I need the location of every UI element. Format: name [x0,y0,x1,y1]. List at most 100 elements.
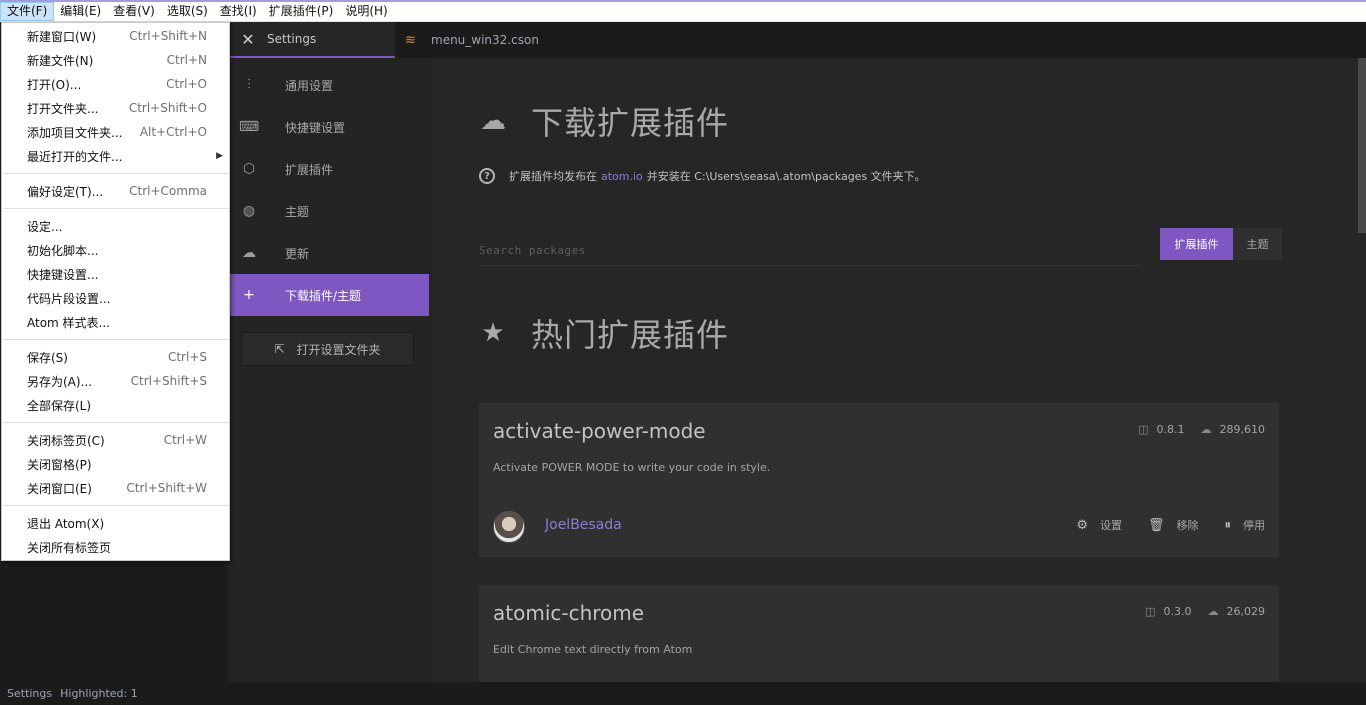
package-uninstall-button[interactable]: 🗑 移除 [1148,517,1199,533]
sidebar-item-label: 主题 [285,204,310,219]
menu-item-close-tab[interactable]: 关闭标签页(C) Ctrl+W [2,428,229,452]
menu-help[interactable]: 说明(H) [339,2,393,21]
menu-item-save-all[interactable]: 全部保存(L) [2,393,229,417]
status-highlighted[interactable]: Highlighted: 1 [60,687,138,700]
sidebar-item-updates[interactable]: ☁ 更新 [230,232,429,274]
sidebar-item-label: 通用设置 [285,78,334,93]
package-version: 0.8.1 [1156,423,1185,436]
package-disable-button[interactable]: ⏸ 停用 [1225,517,1266,533]
package-downloads: 289,610 [1219,423,1266,436]
menu-item-init-script[interactable]: 初始化脚本... [2,238,229,262]
package-settings-button[interactable]: ⚙ 设置 [1076,517,1122,533]
search-themes-toggle[interactable]: 主题 [1233,228,1282,260]
menu-item-open[interactable]: 打开(O)... Ctrl+O [2,72,229,96]
menu-item-label: 关闭所有标签页 [27,540,112,555]
menu-item-reopen-recent[interactable]: 最近打开的文件... ▶ [2,144,229,168]
menu-item-save-as[interactable]: 另存为(A)... Ctrl+Shift+S [2,369,229,393]
menu-separator [3,173,229,174]
menu-item-shortcut: Ctrl+O [166,77,207,91]
menu-file[interactable]: 文件(F) [0,2,55,21]
install-panel: ☁ 下载扩展插件 ? 扩展插件均发布在 atom.io 并安装在 C:\User… [435,58,1366,682]
tools-icon: ✕ [241,29,255,49]
status-settings[interactable]: Settings [7,687,52,700]
open-config-folder-button[interactable]: ⇱ 打开设置文件夹 [241,332,414,366]
menu-item-label: 退出 Atom(X) [27,516,105,531]
sidebar-item-packages[interactable]: ⬡ 扩展插件 [230,148,429,190]
menu-item-label: 另存为(A)... [27,374,93,389]
menu-item-shortcut: Ctrl+Shift+S [130,374,207,388]
install-section-header: ☁ 下载扩展插件 [479,98,729,144]
menu-item-label: 新建窗口(W) [27,29,97,44]
package-actions: ⚙ 设置 🗑 移除 ⏸ 停用 [1050,517,1265,533]
sidebar-item-install[interactable]: + 下载插件/主题 [230,274,429,316]
link-external-icon: ⇱ [274,342,285,356]
package-description: Activate POWER MODE to write your code i… [493,461,771,474]
menu-item-label: 全部保存(L) [27,398,92,413]
package-meta: ◫ 0.8.1 ☁ 289,610 [1138,423,1265,436]
menu-item-exit[interactable]: 退出 Atom(X) [2,511,229,535]
menu-item-close-all-tabs[interactable]: 关闭所有标签页 [2,535,229,559]
sidebar-item-keybindings[interactable]: ⌨ 快捷键设置 [230,106,429,148]
menu-item-label: 打开(O)... [27,77,82,92]
sidebar-item-themes[interactable]: ◍ 主题 [230,190,429,232]
menu-item-shortcut: Ctrl+N [166,53,207,67]
menu-item-snippets[interactable]: 代码片段设置... [2,286,229,310]
menu-item-keymap[interactable]: 快捷键设置... [2,262,229,286]
menu-item-label: 添加项目文件夹... [27,125,123,140]
package-version: 0.3.0 [1163,605,1192,618]
package-author[interactable]: JoelBesada [545,517,622,533]
menu-item-close-pane[interactable]: 关闭窗格(P) [2,452,229,476]
settings-sidebar: ⫶ 通用设置 ⌨ 快捷键设置 ⬡ 扩展插件 ◍ 主题 ☁ 更新 + 下载插件/主… [230,58,435,682]
menu-packages[interactable]: 扩展插件(P) [263,2,340,21]
menu-item-preferences[interactable]: 偏好设定(T)... Ctrl+Comma [2,179,229,203]
scrollbar[interactable] [1358,58,1366,233]
info-prefix: 扩展插件均发布在 [509,170,597,183]
menu-item-stylesheet[interactable]: Atom 样式表... [2,310,229,334]
menu-item-shortcut: Alt+Ctrl+O [139,125,207,139]
sidebar-item-core[interactable]: ⫶ 通用设置 [230,64,429,106]
search-packages-input[interactable] [479,236,1141,266]
install-title: 下载扩展插件 [531,104,730,142]
menu-item-label: 快捷键设置... [27,267,99,282]
menu-item-new-window[interactable]: 新建窗口(W) Ctrl+Shift+N [2,24,229,48]
menu-separator [3,422,229,423]
package-card[interactable]: atomic-chrome ◫ 0.3.0 ☁ 26,029 Edit Chro… [479,585,1279,682]
menu-edit[interactable]: 编辑(E) [54,2,107,21]
package-meta: ◫ 0.3.0 ☁ 26,029 [1145,605,1265,618]
menu-item-label: 打开文件夹... [27,101,99,116]
menu-item-label: 初始化脚本... [27,243,99,258]
menu-separator [3,505,229,506]
menu-item-add-project-folder[interactable]: 添加项目文件夹... Alt+Ctrl+O [2,120,229,144]
menu-item-label: 关闭标签页(C) [27,433,105,448]
package-name[interactable]: atomic-chrome [493,601,644,625]
sidebar-item-label: 扩展插件 [285,162,334,177]
menu-find[interactable]: 查找(I) [214,2,263,21]
atom-io-link[interactable]: atom.io [601,170,643,183]
avatar[interactable] [493,511,525,543]
sliders-icon: ⫶ [247,77,251,93]
menu-item-save[interactable]: 保存(S) Ctrl+S [2,345,229,369]
menu-separator [3,208,229,209]
package-description: Edit Chrome text directly from Atom [493,643,693,656]
featured-title: 热门扩展插件 [531,316,730,354]
menu-item-close-window[interactable]: 关闭窗口(E) Ctrl+Shift+W [2,476,229,500]
tab-bar: ✕ Settings ≋ menu_win32.cson [230,22,1366,58]
menu-view[interactable]: 查看(V) [107,2,161,21]
cloud-download-icon: ☁ [242,245,256,261]
status-bar: Settings Highlighted: 1 [0,682,1366,705]
cloud-download-icon: ☁ [480,106,506,136]
package-card[interactable]: activate-power-mode ◫ 0.8.1 ☁ 289,610 Ac… [479,403,1279,557]
tab-menu-file[interactable]: ≋ menu_win32.cson [402,22,602,58]
settings-label: 设置 [1099,519,1122,532]
sidebar-item-label: 下载插件/主题 [285,288,362,303]
menu-item-config[interactable]: 设定... [2,214,229,238]
sidebar-item-label: 快捷键设置 [285,120,346,135]
menu-selection[interactable]: 选取(S) [161,2,214,21]
tab-settings[interactable]: ✕ Settings [230,22,395,58]
search-packages-toggle[interactable]: 扩展插件 [1160,228,1233,260]
package-name[interactable]: activate-power-mode [493,419,706,443]
menu-item-new-file[interactable]: 新建文件(N) Ctrl+N [2,48,229,72]
featured-section-header: ★ 热门扩展插件 [479,310,729,356]
menu-item-open-folder[interactable]: 打开文件夹... Ctrl+Shift+O [2,96,229,120]
menu-item-shortcut: Ctrl+Shift+N [129,29,207,43]
